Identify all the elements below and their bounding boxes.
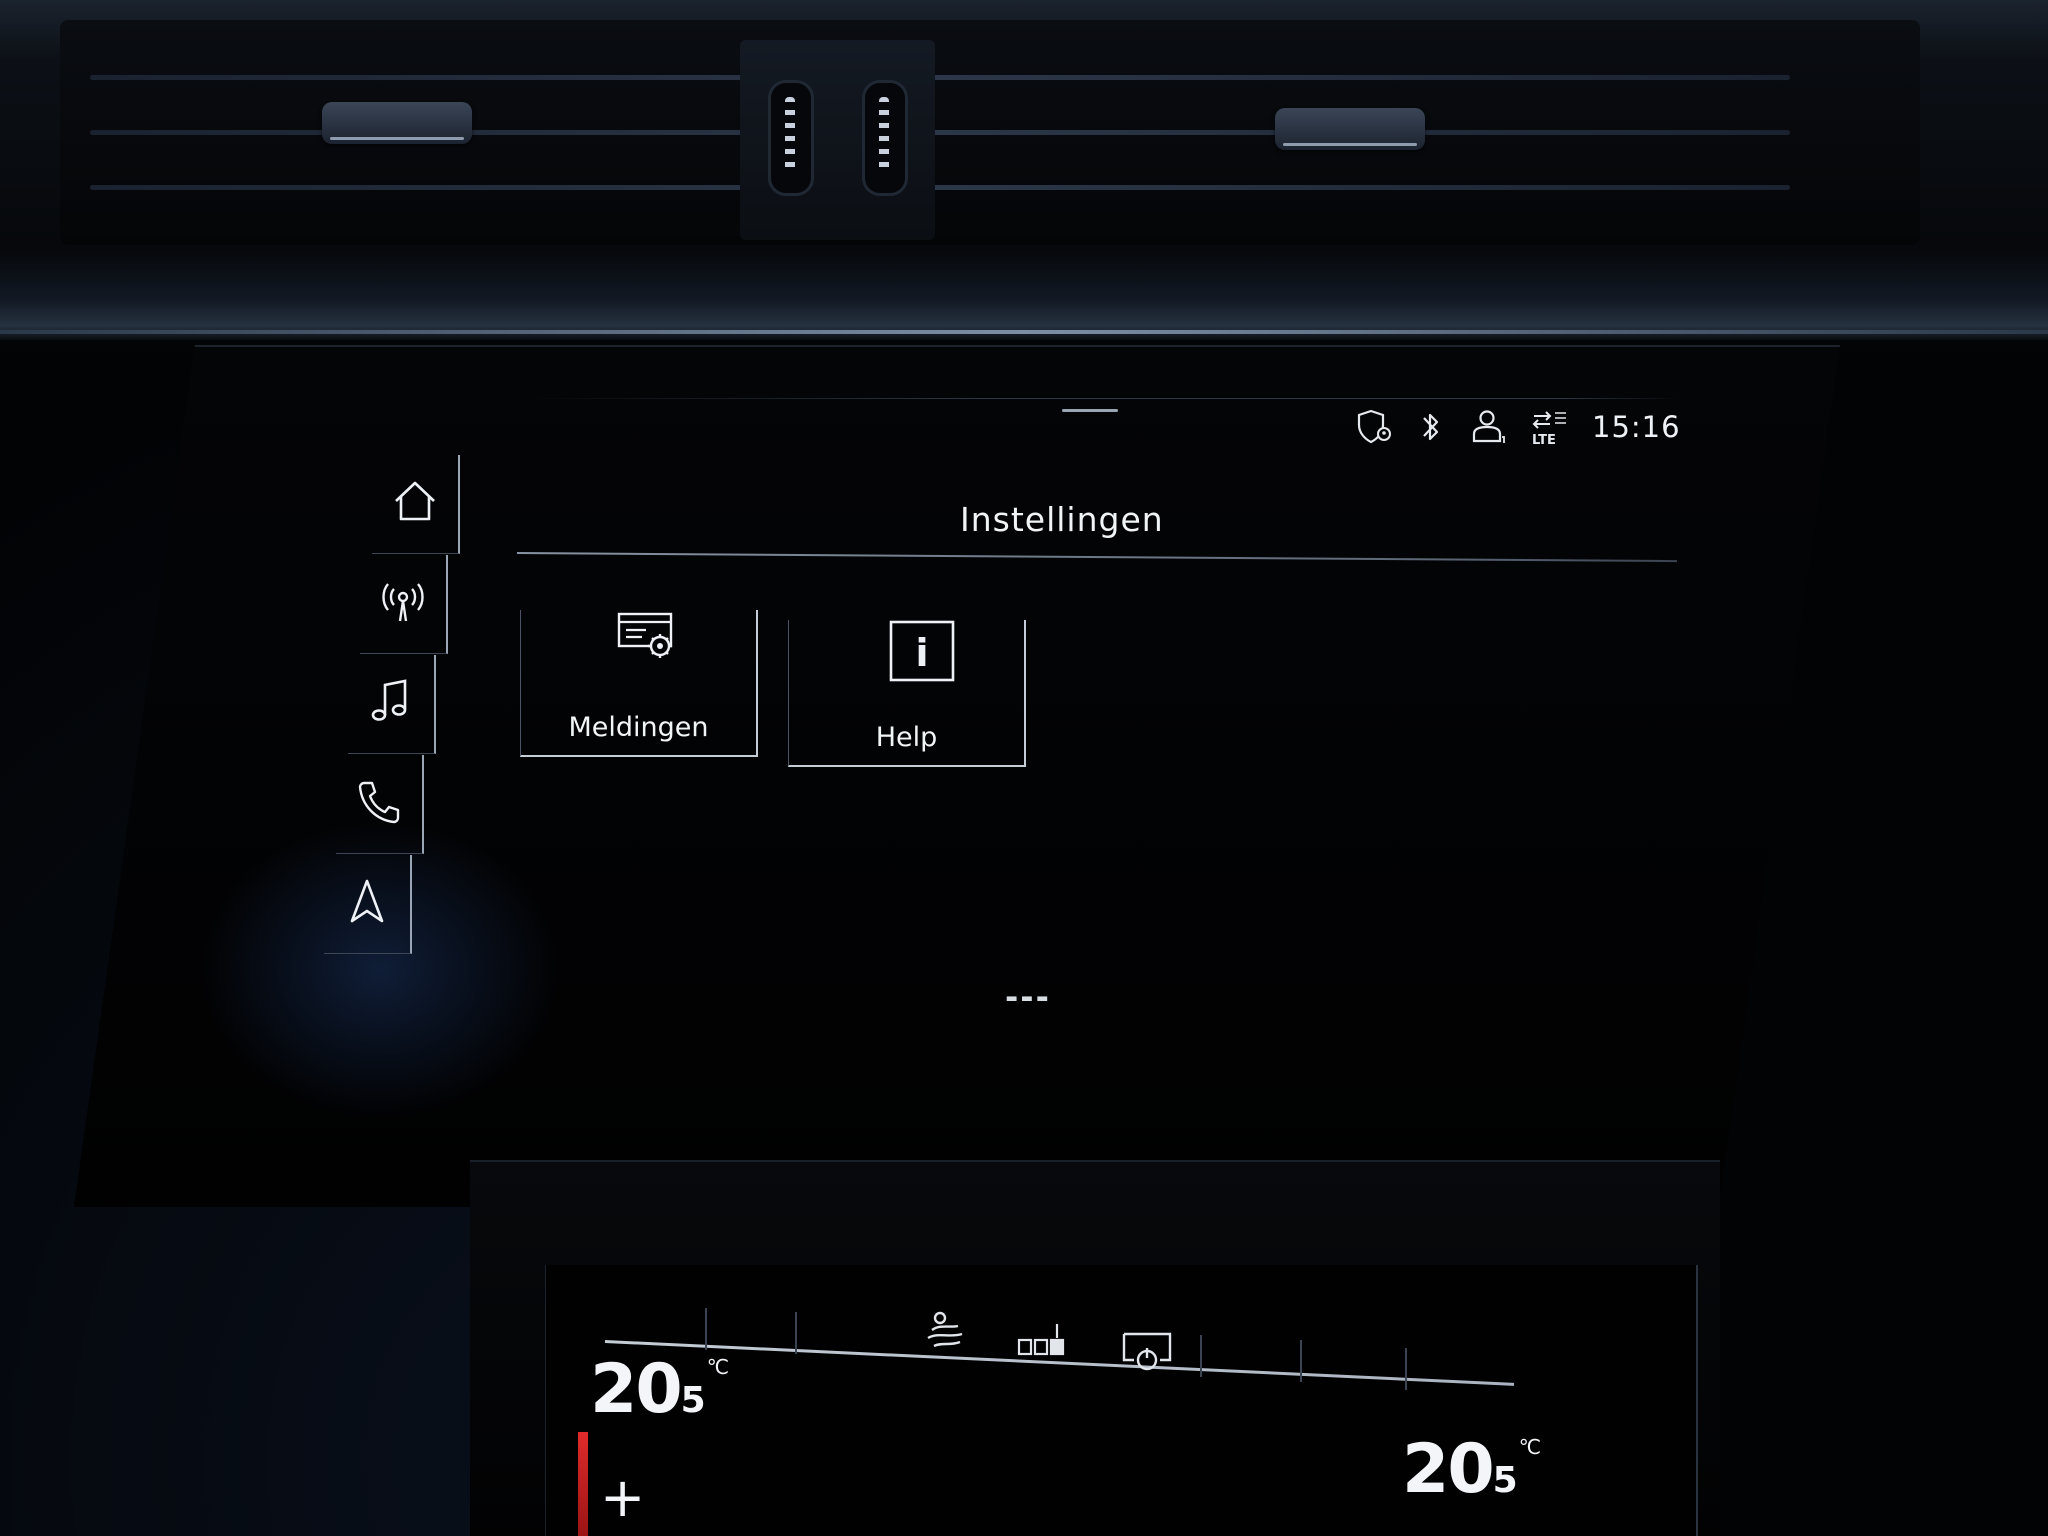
climate-tick	[1200, 1335, 1202, 1377]
clock: 15:16	[1592, 410, 1681, 444]
right-temperature-unit: °C	[1518, 1435, 1541, 1459]
nav-item-phone[interactable]	[336, 755, 424, 854]
right-temperature[interactable]: 205°C	[1402, 1430, 1541, 1509]
climate-tick	[795, 1312, 797, 1354]
temperature-indicator-bar	[578, 1432, 588, 1536]
tile-help-label: Help	[875, 722, 938, 753]
placeholder-value: ---	[1005, 978, 1051, 1016]
home-icon	[395, 481, 435, 521]
seat-heating-icon[interactable]	[1015, 1320, 1073, 1364]
climate-tick	[705, 1308, 707, 1350]
left-temperature-decimal: 5	[680, 1380, 706, 1421]
vent-right-wheel[interactable]	[862, 80, 908, 196]
right-temperature-decimal: 5	[1492, 1460, 1518, 1501]
car-interior-scene: LTE 15:16 Instellingen Meldingen i Help …	[0, 0, 2048, 1536]
phone-icon	[358, 781, 400, 824]
radio-icon	[382, 583, 424, 622]
vent-slat	[90, 185, 1790, 190]
right-temperature-whole: 20	[1402, 1430, 1495, 1509]
dashboard-vent-area	[0, 0, 2048, 340]
tile-help[interactable]: i Help	[788, 620, 1026, 767]
tile-notifications[interactable]: Meldingen	[520, 610, 758, 757]
nav-item-media[interactable]	[348, 655, 436, 754]
vent-center-console	[740, 40, 935, 240]
navigation-icon	[350, 879, 384, 923]
side-navigation	[310, 455, 485, 960]
notifications-settings-icon	[617, 612, 673, 658]
left-temperature[interactable]: 205°C	[590, 1350, 729, 1429]
bluetooth-icon[interactable]	[1418, 409, 1444, 445]
temperature-increase-button[interactable]: +	[600, 1466, 645, 1529]
privacy-location-icon[interactable]	[1355, 407, 1395, 447]
vent-left-wheel[interactable]	[768, 80, 814, 196]
nav-item-navigation[interactable]	[324, 855, 412, 954]
user-profile-icon[interactable]	[1470, 407, 1510, 447]
left-temperature-unit: °C	[706, 1355, 729, 1379]
lte-label: LTE	[1532, 433, 1556, 447]
vent-slat	[90, 75, 1790, 80]
page-title: Instellingen	[960, 500, 1164, 539]
climate-power-icon[interactable]	[1120, 1330, 1176, 1376]
pull-down-handle[interactable]	[1062, 409, 1118, 412]
tile-notifications-label: Meldingen	[568, 712, 709, 743]
vent-right-adjuster[interactable]	[1275, 108, 1425, 150]
vent-left-adjuster[interactable]	[322, 102, 472, 144]
music-icon	[371, 679, 407, 721]
left-temperature-whole: 20	[590, 1350, 683, 1429]
info-glyph: i	[915, 631, 928, 675]
status-divider	[520, 398, 1680, 399]
nav-item-home[interactable]	[372, 455, 460, 554]
air-vent-panel	[60, 20, 1920, 245]
climate-tick	[1405, 1348, 1407, 1390]
climate-tick	[1300, 1340, 1302, 1382]
nav-item-radio[interactable]	[360, 555, 448, 654]
info-icon: i	[889, 620, 955, 682]
lte-data-icon[interactable]: LTE	[1528, 407, 1572, 447]
air-distribution-icon[interactable]	[920, 1310, 970, 1354]
dashboard-trim	[0, 330, 2048, 334]
